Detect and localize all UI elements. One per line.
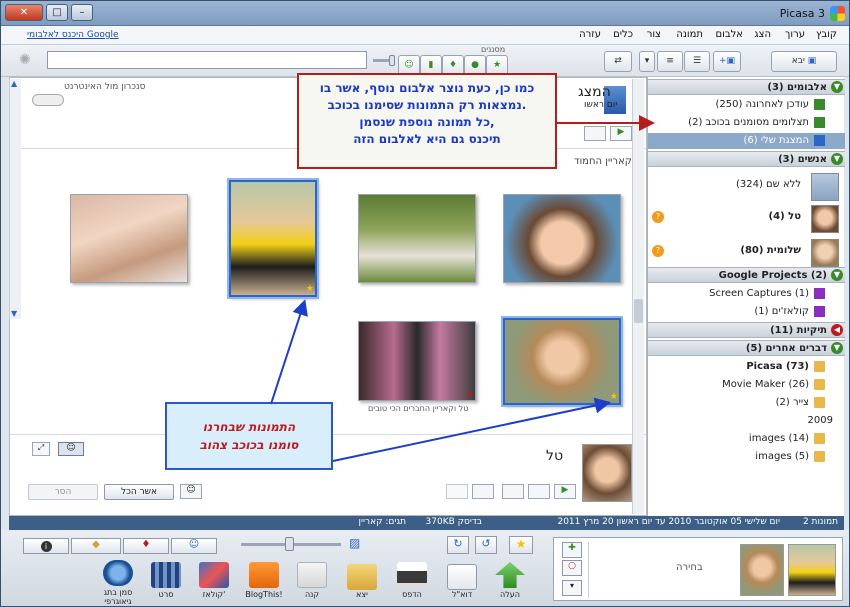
pin-icon: ♦ — [141, 539, 151, 550]
info-icon: i — [40, 541, 52, 552]
tray-menu-icon[interactable]: ▾ — [562, 580, 582, 596]
selection-label: בחירה — [676, 562, 703, 573]
person-icon: ☺ — [188, 539, 200, 550]
rotate-right-button[interactable]: ↻ — [447, 536, 469, 554]
blogthis-label: BlogThis! — [245, 590, 283, 599]
print-label: הדפס — [402, 590, 422, 599]
places-button[interactable]: ♦ — [123, 538, 169, 554]
rotate-left-icon: ↺ — [481, 537, 491, 550]
rotate-left-button[interactable]: ↺ — [475, 536, 497, 554]
status-date-range: יום שלישי 05 אוקטובר 2010 עד יום ראשון 2… — [557, 517, 780, 527]
movie-label: סרט — [158, 590, 174, 599]
star-button[interactable]: ★ — [509, 536, 533, 554]
collage-icon[interactable] — [199, 562, 229, 588]
picasa-window: ✕ □ – Picasa 3 קובץ ערוך הצג אלבום תמונה… — [0, 0, 850, 607]
shop-label: קנה — [304, 590, 320, 599]
print-icon[interactable] — [397, 562, 427, 588]
people-button[interactable]: ☺ — [171, 538, 217, 554]
export-label: יצא — [356, 590, 368, 599]
email-icon[interactable] — [447, 564, 477, 590]
status-tags: תגים: קאריין — [358, 517, 406, 527]
clear-tray-icon[interactable]: ○ — [562, 560, 582, 576]
shop-icon[interactable] — [297, 562, 327, 588]
thumbnail-size-icon: ▨ — [349, 536, 361, 550]
status-bar: 2 תמונות יום שלישי 05 אוקטובר 2010 עד יו… — [9, 516, 844, 530]
upload-label: העלה — [499, 590, 520, 599]
upload-icon[interactable] — [495, 562, 525, 588]
status-size: 370KB בדיסק — [425, 517, 482, 527]
zoom-slider-thumb[interactable] — [285, 537, 294, 551]
tray-thumbnail[interactable] — [740, 544, 784, 596]
hold-pin-icon[interactable]: ✚ — [562, 542, 582, 558]
photo-tray: ✚ ○ ▾ בחירה — [553, 537, 843, 601]
status-count: 2 תמונות — [802, 517, 838, 527]
blogger-icon[interactable] — [249, 562, 279, 588]
rotate-right-icon: ↻ — [453, 537, 463, 550]
info-button[interactable]: i — [23, 538, 69, 554]
collage-label: קולאז' — [202, 590, 226, 599]
tray-thumbnail[interactable] — [788, 544, 836, 596]
geotag-label: סמן בתג גיאוגרפי — [103, 588, 133, 606]
divider — [588, 542, 589, 598]
arrow-to-bee-photo — [270, 299, 308, 405]
movie-icon[interactable] — [151, 562, 181, 588]
tags-button[interactable]: ◆ — [71, 538, 121, 554]
google-earth-icon[interactable] — [103, 560, 133, 586]
star-icon: ★ — [515, 537, 527, 551]
tag-icon: ◆ — [92, 539, 100, 550]
email-label: דוא"ל — [451, 590, 473, 599]
export-folder-icon[interactable] — [347, 564, 377, 590]
arrow-to-sand-photo — [332, 397, 611, 462]
